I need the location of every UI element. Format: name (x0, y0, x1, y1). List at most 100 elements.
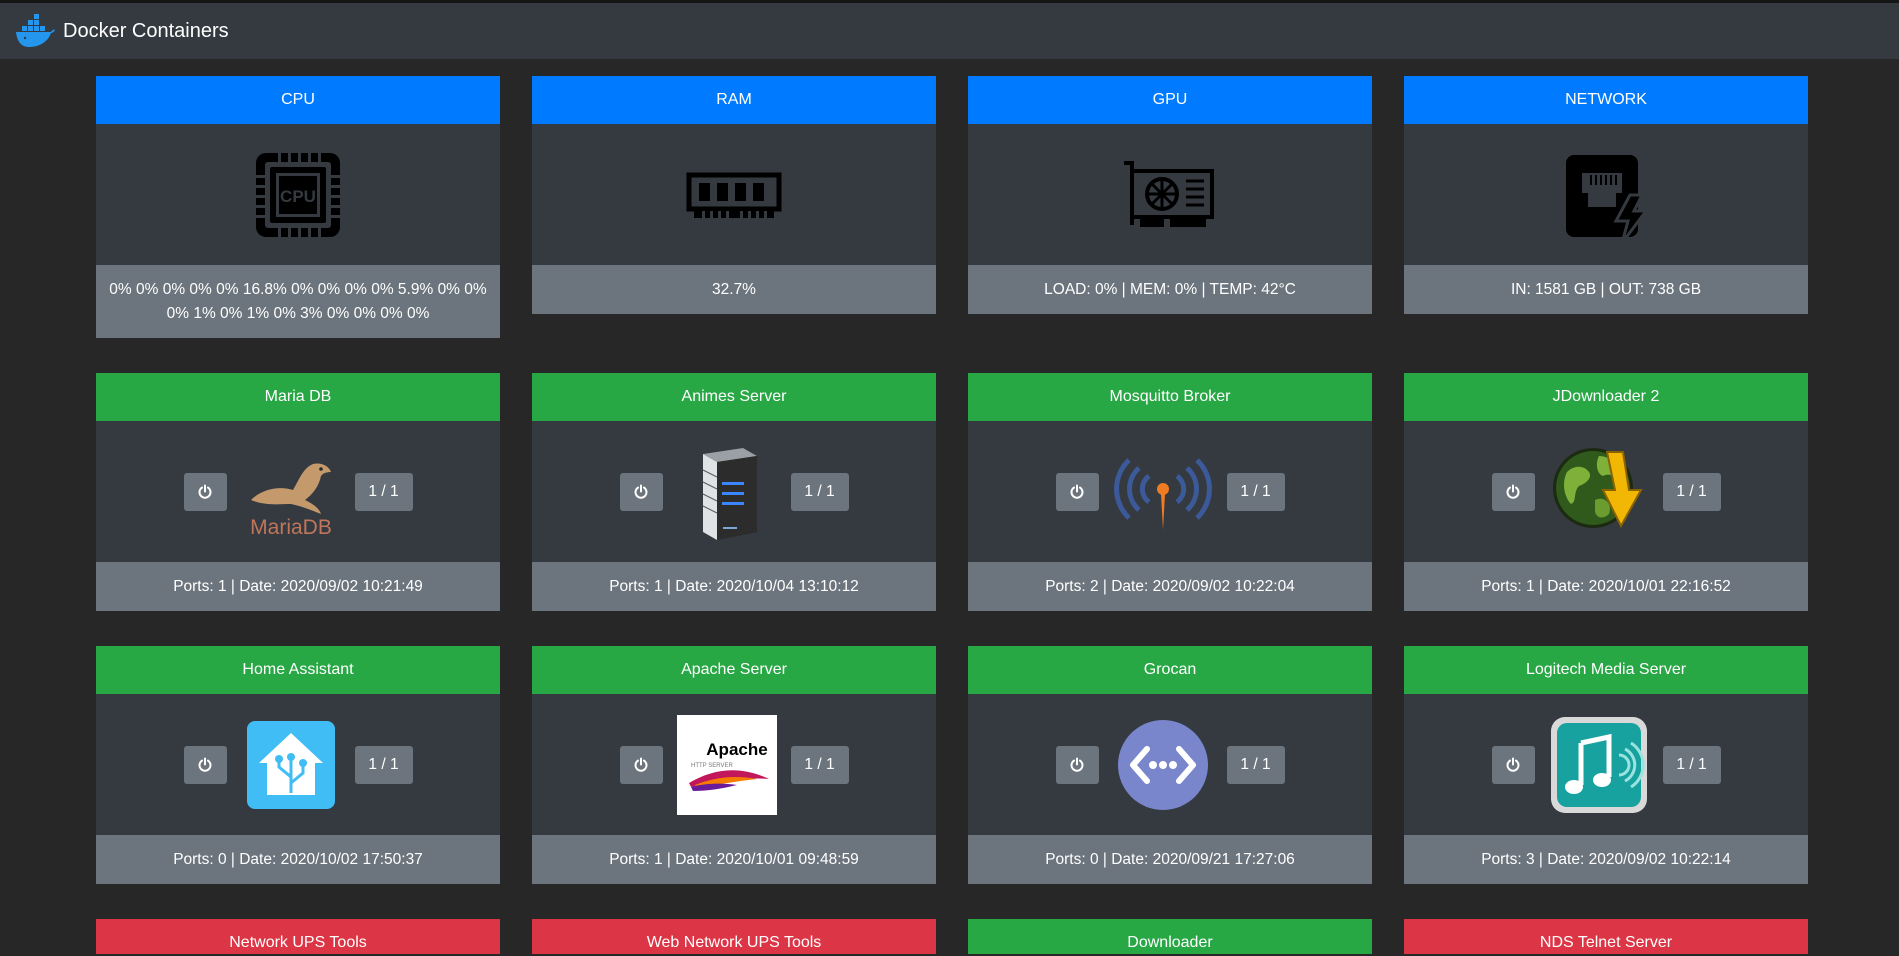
svg-text:HTTP SERVER: HTTP SERVER (691, 763, 733, 769)
mosquitto-antenna-icon (1113, 442, 1213, 542)
container-card-maria-db: Maria DB MariaDB 1 / 1 Ports: 1 | Date: … (96, 373, 500, 611)
card-body: 1 / 1 (96, 694, 500, 835)
card-body (968, 124, 1372, 265)
server-tower-icon (677, 442, 777, 542)
power-icon (634, 757, 648, 772)
card-body: Apache HTTP SERVER 1 / 1 (532, 694, 936, 835)
container-title: Maria DB (96, 373, 500, 421)
container-title: NDS Telnet Server (1404, 919, 1808, 954)
power-icon (1506, 757, 1520, 772)
dashboard-grid: CPU CPU 0% 0% 0% 0% 0% 16.8% 0% 0% 0% 0%… (96, 76, 1808, 954)
container-title: Logitech Media Server (1404, 646, 1808, 694)
stat-card-ram: RAM 32.7% (532, 76, 936, 314)
ram-icon (686, 172, 782, 218)
power-button[interactable] (183, 472, 227, 511)
stat-card-network: NETWORK IN: 1581 GB | OUT: 738 GB (1404, 76, 1808, 314)
container-card-animes-server: Animes Server 1 / 1 Ports: 1 | Date: 202… (532, 373, 936, 611)
container-card-downloader: Downloader (968, 919, 1372, 954)
container-footer: Ports: 1 | Date: 2020/10/01 09:48:59 (532, 835, 936, 884)
replica-count-button[interactable]: 1 / 1 (354, 745, 413, 784)
stat-card-cpu: CPU CPU 0% 0% 0% 0% 0% 16.8% 0% 0% 0% 0%… (96, 76, 500, 338)
music-note-icon (1549, 715, 1649, 815)
container-card-network-ups-tools: Network UPS Tools (96, 919, 500, 954)
card-header: NETWORK (1404, 76, 1808, 124)
apache-feather-icon: Apache HTTP SERVER (676, 714, 777, 815)
container-title: Animes Server (532, 373, 936, 421)
container-footer: Ports: 0 | Date: 2020/10/02 17:50:37 (96, 835, 500, 884)
container-card-apache-server: Apache Server Apache HTTP SERVER 1 / 1 P… (532, 646, 936, 884)
container-footer: Ports: 1 | Date: 2020/10/04 13:10:12 (532, 562, 936, 611)
power-button[interactable] (619, 472, 663, 511)
replica-count-button[interactable]: 1 / 1 (790, 472, 849, 511)
docker-whale-icon[interactable] (15, 14, 55, 48)
power-button[interactable] (1491, 745, 1535, 784)
container-card-web-network-ups-tools: Web Network UPS Tools (532, 919, 936, 954)
card-body: 1 / 1 (968, 421, 1372, 562)
container-title: Mosquitto Broker (968, 373, 1372, 421)
power-button[interactable] (1055, 745, 1099, 784)
app-title[interactable]: Docker Containers (63, 20, 229, 43)
network-usage-text: IN: 1581 GB | OUT: 738 GB (1404, 265, 1808, 314)
container-footer: Ports: 2 | Date: 2020/09/02 10:22:04 (968, 562, 1372, 611)
container-card-home-assistant: Home Assistant 1 / 1 Ports: 0 | Date: 20… (96, 646, 500, 884)
gpu-icon (1124, 160, 1214, 227)
card-header: RAM (532, 76, 936, 124)
container-title: Web Network UPS Tools (532, 919, 936, 954)
power-button[interactable] (619, 745, 663, 784)
power-icon (198, 757, 212, 772)
card-body (1404, 124, 1808, 265)
container-card-mosquitto-broker: Mosquitto Broker 1 / 1 Ports: 2 | Date: … (968, 373, 1372, 611)
container-title: Network UPS Tools (96, 919, 500, 954)
power-icon (198, 484, 212, 499)
container-footer: Ports: 0 | Date: 2020/09/21 17:27:06 (968, 835, 1372, 884)
power-icon (1070, 757, 1084, 772)
power-icon (1070, 484, 1084, 499)
svg-text:MariaDB: MariaDB (250, 516, 332, 539)
container-title: Downloader (968, 919, 1372, 954)
power-icon (1506, 484, 1520, 499)
card-header: GPU (968, 76, 1372, 124)
container-title: Grocan (968, 646, 1372, 694)
jdownloader-globe-icon (1549, 442, 1649, 542)
card-body: 1 / 1 (968, 694, 1372, 835)
container-card-grocan: Grocan 1 / 1 Ports: 0 | Date: 2020/09/21… (968, 646, 1372, 884)
container-footer: Ports: 1 | Date: 2020/10/01 22:16:52 (1404, 562, 1808, 611)
card-body (532, 124, 936, 265)
mariadb-logo-icon: MariaDB (241, 442, 341, 542)
container-title: Home Assistant (96, 646, 500, 694)
card-header: CPU (96, 76, 500, 124)
replica-count-button[interactable]: 1 / 1 (790, 745, 849, 784)
card-body: 1 / 1 (1404, 421, 1808, 562)
stat-card-gpu: GPU LOAD: 0% | MEM: 0% | TEMP: 42°C (968, 76, 1372, 314)
ram-usage-text: 32.7% (532, 265, 936, 314)
card-body: MariaDB 1 / 1 (96, 421, 500, 562)
cpu-icon: CPU (256, 152, 340, 237)
ethernet-port-icon (1566, 154, 1649, 244)
card-body: 1 / 1 (1404, 694, 1808, 835)
container-card-logitech-media-server: Logitech Media Server 1 / 1 Ports: 3 | D… (1404, 646, 1808, 884)
replica-count-button[interactable]: 1 / 1 (1662, 472, 1721, 511)
replica-count-button[interactable]: 1 / 1 (1226, 472, 1285, 511)
power-icon (634, 484, 648, 499)
power-button[interactable] (183, 745, 227, 784)
container-footer: Ports: 1 | Date: 2020/09/02 10:21:49 (96, 562, 500, 611)
container-footer: Ports: 3 | Date: 2020/09/02 10:22:14 (1404, 835, 1808, 884)
power-button[interactable] (1055, 472, 1099, 511)
container-card-jdownloader-2: JDownloader 2 1 / 1 Ports: 1 | Date: 202… (1404, 373, 1808, 611)
cpu-usage-text: 0% 0% 0% 0% 0% 16.8% 0% 0% 0% 0% 5.9% 0%… (96, 265, 500, 338)
card-body: CPU (96, 124, 500, 265)
svg-text:Apache: Apache (706, 740, 767, 759)
replica-count-button[interactable]: 1 / 1 (354, 472, 413, 511)
gpu-usage-text: LOAD: 0% | MEM: 0% | TEMP: 42°C (968, 265, 1372, 314)
home-assistant-icon (241, 715, 341, 815)
code-brackets-icon (1113, 715, 1213, 815)
container-title: JDownloader 2 (1404, 373, 1808, 421)
svg-text:CPU: CPU (280, 187, 316, 206)
power-button[interactable] (1491, 472, 1535, 511)
replica-count-button[interactable]: 1 / 1 (1662, 745, 1721, 784)
navbar: Docker Containers (0, 3, 1899, 59)
container-title: Apache Server (532, 646, 936, 694)
container-card-nds-telnet-server: NDS Telnet Server (1404, 919, 1808, 954)
replica-count-button[interactable]: 1 / 1 (1226, 745, 1285, 784)
card-body: 1 / 1 (532, 421, 936, 562)
